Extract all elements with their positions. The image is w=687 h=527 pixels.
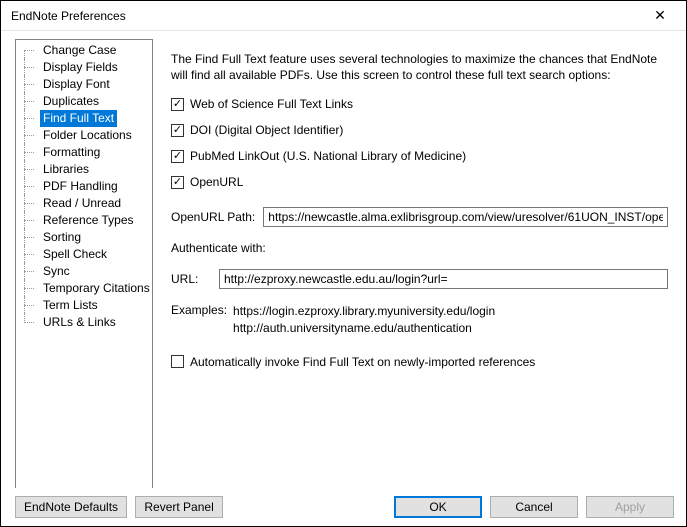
doi-checkbox[interactable]: ✓ — [171, 124, 184, 137]
tree-connector-icon — [18, 212, 40, 229]
intro-text: The Find Full Text feature uses several … — [171, 51, 668, 83]
url-label: URL: — [171, 272, 211, 286]
sidebar-item-label: Sync — [40, 263, 73, 280]
sidebar-item-label: Spell Check — [40, 246, 110, 263]
apply-button[interactable]: Apply — [586, 496, 674, 518]
example-line-2: http://auth.universityname.edu/authentic… — [233, 320, 495, 337]
tree-connector-icon — [18, 246, 40, 263]
sidebar-item-urls-links[interactable]: URLs & Links — [18, 314, 152, 331]
sidebar-item-temporary-citations[interactable]: Temporary Citations — [18, 280, 152, 297]
wos-checkbox[interactable]: ✓ — [171, 98, 184, 111]
example-line-1: https://login.ezproxy.library.myuniversi… — [233, 303, 495, 320]
sidebar-item-label: Temporary Citations — [40, 280, 153, 297]
tree-connector-icon — [18, 161, 40, 178]
sidebar-item-pdf-handling[interactable]: PDF Handling — [18, 178, 152, 195]
tree-connector-icon — [18, 93, 40, 110]
tree-connector-icon — [18, 110, 40, 127]
sidebar-item-label: Change Case — [40, 42, 119, 59]
sidebar-item-term-lists[interactable]: Term Lists — [18, 297, 152, 314]
titlebar: EndNote Preferences ✕ — [1, 1, 686, 31]
sidebar-item-spell-check[interactable]: Spell Check — [18, 246, 152, 263]
tree-connector-icon — [18, 127, 40, 144]
url-input[interactable] — [219, 269, 668, 289]
sidebar-item-display-fields[interactable]: Display Fields — [18, 59, 152, 76]
sidebar-item-change-case[interactable]: Change Case — [18, 42, 152, 59]
sidebar-item-label: Duplicates — [40, 93, 102, 110]
sidebar-item-sync[interactable]: Sync — [18, 263, 152, 280]
sidebar-item-label: PDF Handling — [40, 178, 121, 195]
window-title: EndNote Preferences — [11, 9, 126, 23]
openurl-label: OpenURL — [190, 175, 243, 189]
sidebar-item-label: Find Full Text — [40, 110, 117, 127]
wos-label: Web of Science Full Text Links — [190, 97, 353, 111]
sidebar-item-label: Libraries — [40, 161, 92, 178]
examples-values: https://login.ezproxy.library.myuniversi… — [233, 303, 495, 337]
sidebar-item-libraries[interactable]: Libraries — [18, 161, 152, 178]
tree-connector-icon — [18, 280, 40, 297]
sidebar-item-duplicates[interactable]: Duplicates — [18, 93, 152, 110]
examples-label: Examples: — [171, 303, 227, 337]
sidebar-item-label: Term Lists — [40, 297, 101, 314]
sidebar-item-formatting[interactable]: Formatting — [18, 144, 152, 161]
sidebar-item-label: Display Fields — [40, 59, 121, 76]
preferences-tree[interactable]: Change CaseDisplay FieldsDisplay FontDup… — [15, 39, 153, 488]
sidebar-item-sorting[interactable]: Sorting — [18, 229, 152, 246]
sidebar-item-folder-locations[interactable]: Folder Locations — [18, 127, 152, 144]
sidebar-item-label: Formatting — [40, 144, 103, 161]
sidebar-item-read-unread[interactable]: Read / Unread — [18, 195, 152, 212]
tree-connector-icon — [18, 42, 40, 59]
tree-connector-icon — [18, 178, 40, 195]
tree-connector-icon — [18, 59, 40, 76]
tree-connector-icon — [18, 229, 40, 246]
sidebar-item-label: Reference Types — [40, 212, 137, 229]
tree-connector-icon — [18, 144, 40, 161]
openurl-path-input[interactable] — [263, 207, 668, 227]
endnote-defaults-button[interactable]: EndNote Defaults — [15, 496, 127, 518]
tree-connector-icon — [18, 195, 40, 212]
tree-connector-icon — [18, 76, 40, 93]
sidebar-item-label: Sorting — [40, 229, 84, 246]
dialog-footer: EndNote Defaults Revert Panel OK Cancel … — [1, 488, 686, 526]
openurl-checkbox[interactable]: ✓ — [171, 176, 184, 189]
auto-invoke-checkbox[interactable] — [171, 355, 184, 368]
cancel-button[interactable]: Cancel — [490, 496, 578, 518]
ok-button[interactable]: OK — [394, 496, 482, 518]
close-icon[interactable]: ✕ — [642, 7, 678, 24]
sidebar-item-label: URLs & Links — [40, 314, 119, 331]
revert-panel-button[interactable]: Revert Panel — [135, 496, 223, 518]
find-full-text-panel: The Find Full Text feature uses several … — [171, 39, 678, 488]
pubmed-label: PubMed LinkOut (U.S. National Library of… — [190, 149, 466, 163]
tree-connector-icon — [18, 263, 40, 280]
doi-label: DOI (Digital Object Identifier) — [190, 123, 343, 137]
auto-invoke-label: Automatically invoke Find Full Text on n… — [190, 355, 535, 369]
authenticate-label: Authenticate with: — [171, 241, 668, 255]
tree-connector-icon — [18, 314, 40, 331]
sidebar-item-label: Read / Unread — [40, 195, 124, 212]
pubmed-checkbox[interactable]: ✓ — [171, 150, 184, 163]
sidebar-item-reference-types[interactable]: Reference Types — [18, 212, 152, 229]
sidebar-item-label: Display Font — [40, 76, 113, 93]
sidebar-item-find-full-text[interactable]: Find Full Text — [18, 110, 152, 127]
openurl-path-label: OpenURL Path: — [171, 210, 255, 224]
sidebar-item-display-font[interactable]: Display Font — [18, 76, 152, 93]
sidebar-item-label: Folder Locations — [40, 127, 135, 144]
tree-connector-icon — [18, 297, 40, 314]
